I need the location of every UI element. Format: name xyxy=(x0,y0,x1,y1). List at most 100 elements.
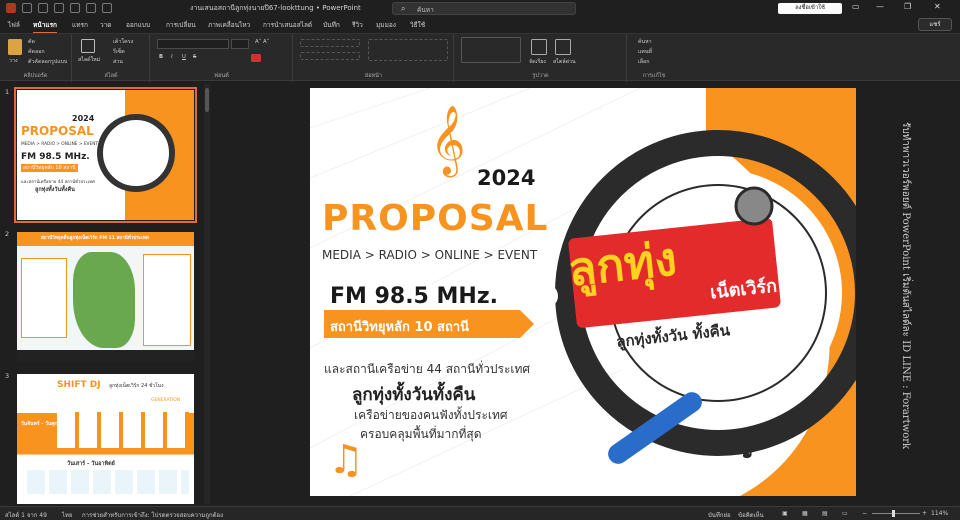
font-color-icon[interactable] xyxy=(251,54,261,62)
signin-button[interactable]: ลงชื่อเข้าใช้ xyxy=(778,3,842,14)
search-box[interactable]: ⌕ ค้นหา xyxy=(392,2,576,15)
text-direction-options[interactable] xyxy=(368,39,448,61)
section-button[interactable]: ส่วน xyxy=(113,58,123,66)
close-icon[interactable]: ✕ xyxy=(934,2,941,11)
font-size-box[interactable] xyxy=(231,39,249,49)
drawing-group: จัดเรียง สไตล์ด่วน รูปวาด xyxy=(455,34,627,82)
new-slide-button[interactable]: สไลด์ใหม่ xyxy=(78,56,100,64)
slide-year[interactable]: 2024 xyxy=(477,166,535,190)
new-slide-icon[interactable] xyxy=(81,39,95,53)
zoom-in-icon[interactable]: + xyxy=(922,510,927,517)
layout-button[interactable]: เค้าโครง xyxy=(113,38,133,46)
thumbnail-scrollbar[interactable] xyxy=(204,84,210,504)
slide-fm[interactable]: FM 98.5 MHz. xyxy=(330,284,498,309)
language-indicator[interactable]: ไทย xyxy=(62,510,73,520)
shapes-gallery[interactable] xyxy=(461,37,521,63)
editing-group: ค้นหา แทนที่ เลือก การแก้ไข xyxy=(628,34,680,82)
share-label: แชร์ xyxy=(929,21,941,28)
tab-slideshow[interactable]: การนำเสนอสไลด์ xyxy=(263,20,312,30)
select-button[interactable]: เลือก xyxy=(638,58,649,66)
sorter-view-icon[interactable]: ▦ xyxy=(802,510,808,517)
slide-station[interactable]: สถานีวิทยุหลัก 10 สถานี xyxy=(330,316,469,337)
slide-subtitle[interactable]: MEDIA > RADIO > ONLINE > EVENT xyxy=(322,248,537,262)
grow-font-icon[interactable]: A˄ A˅ xyxy=(255,39,269,45)
redo-icon[interactable] xyxy=(70,3,80,13)
slide-title[interactable]: PROPOSAL xyxy=(322,198,548,239)
slide-thumbnail-2[interactable]: สถานีวิทยุคลื่นลูกทุ่งเน็ตเวิร์ก FM 11 ส… xyxy=(17,232,194,362)
ribbon-display-icon[interactable]: ▭ xyxy=(852,2,860,11)
italic-button[interactable]: I xyxy=(171,54,173,60)
slides-group: สไลด์ใหม่ เค้าโครง รีเซ็ต ส่วน สไลด์ xyxy=(73,34,150,82)
reset-button[interactable]: รีเซ็ต xyxy=(113,48,125,56)
underline-button[interactable]: U xyxy=(182,54,186,60)
comments-button[interactable]: ข้อคิดเห็น xyxy=(738,510,764,520)
tab-home[interactable]: หน้าแรก xyxy=(33,20,57,33)
tab-animations[interactable]: ภาพเคลื่อนไหว xyxy=(208,20,250,30)
save-icon[interactable] xyxy=(38,3,48,13)
align-icons[interactable] xyxy=(300,52,360,60)
share-button[interactable]: แชร์ xyxy=(918,18,952,31)
paragraph-group: ย่อหน้า xyxy=(294,34,454,82)
slide-thumbnail-1[interactable]: 2024 PROPOSAL MEDIA > RADIO > ONLINE > E… xyxy=(14,87,197,223)
thumb2-list-left xyxy=(21,258,67,338)
arrange-button[interactable]: จัดเรียง xyxy=(529,58,546,66)
slide-line1[interactable]: และสถานีเครือข่าย 44 สถานีทั่วประเทศ xyxy=(324,360,530,379)
presentation-icon[interactable] xyxy=(86,3,96,13)
microphone-icon xyxy=(734,186,774,226)
tab-draw[interactable]: วาด xyxy=(100,20,112,30)
scrollbar-thumb[interactable] xyxy=(205,88,209,112)
music-note-left-icon: ♫ xyxy=(328,437,364,483)
paste-label[interactable]: วาง xyxy=(9,57,18,65)
undo-icon[interactable] xyxy=(54,3,64,13)
arrange-icon[interactable] xyxy=(531,39,547,55)
autosave-toggle[interactable] xyxy=(22,3,32,13)
restore-icon[interactable]: ❐ xyxy=(904,2,911,11)
tab-view[interactable]: มุมมอง xyxy=(376,20,396,30)
zoom-out-icon[interactable]: − xyxy=(862,510,867,517)
tab-review[interactable]: รีวิว xyxy=(352,20,363,30)
tab-transitions[interactable]: การเปลี่ยน xyxy=(166,20,196,30)
quick-styles-icon[interactable] xyxy=(555,39,571,55)
zoom-slider[interactable] xyxy=(872,513,920,514)
bold-button[interactable]: B xyxy=(159,54,163,60)
replace-button[interactable]: แทนที่ xyxy=(638,48,652,56)
notes-button[interactable]: บันทึกย่อ xyxy=(708,510,731,520)
zoom-level[interactable]: 114% xyxy=(931,510,948,517)
tab-file[interactable]: ไฟล์ xyxy=(8,20,20,30)
thumb2-footer xyxy=(17,350,194,362)
quick-styles-button[interactable]: สไตล์ด่วน xyxy=(553,58,576,66)
thumb3-day2: วันเสาร์ - วันอาทิตย์ xyxy=(67,461,115,467)
ribbon: วาง ตัด คัดลอก ตัวคัดลอกรูปแบบ คลิปบอร์ด… xyxy=(0,33,960,82)
minimize-icon[interactable]: — xyxy=(876,2,884,11)
strike-button[interactable]: S xyxy=(193,54,196,60)
copy-button[interactable]: คัดลอก xyxy=(28,48,45,56)
normal-view-icon[interactable]: ▣ xyxy=(782,510,788,517)
slide-line2[interactable]: ลูกทุ่งทั้งวันทั้งคืน xyxy=(352,381,475,408)
find-button[interactable]: ค้นหา xyxy=(638,38,652,46)
tab-help[interactable]: วิธีใช้ xyxy=(410,20,425,30)
main-slide[interactable]: 𝄞 ♫ ♪ 2024 PROPOSAL MEDIA > RADIO > ONLI… xyxy=(310,88,856,496)
paste-icon[interactable] xyxy=(8,39,22,55)
thumb3-sub: ลูกทุ่งเน็ตเวิร์ก 24 ชั่วโมง xyxy=(109,383,164,389)
slide-thumbnail-3[interactable]: SHIFT DJ ลูกทุ่งเน็ตเวิร์ก 24 ชั่วโมง GE… xyxy=(17,374,194,504)
treble-clef-icon: 𝄞 xyxy=(430,105,465,177)
tab-record[interactable]: บันทึก xyxy=(323,20,340,30)
clipboard-group: วาง ตัด คัดลอก ตัวคัดลอกรูปแบบ คลิปบอร์ด xyxy=(0,34,72,82)
thumb-subtitle: MEDIA > RADIO > ONLINE > EVENT xyxy=(21,142,99,147)
customize-icon[interactable] xyxy=(102,3,112,13)
search-icon: ⌕ xyxy=(401,4,406,13)
slide-line4[interactable]: ครอบคลุมพื้นที่มากที่สุด xyxy=(360,425,482,444)
reading-view-icon[interactable]: ▤ xyxy=(822,510,828,517)
slideshow-view-icon[interactable]: ▭ xyxy=(842,510,848,517)
list-icons[interactable] xyxy=(300,39,360,47)
cut-button[interactable]: ตัด xyxy=(28,38,35,46)
tab-insert[interactable]: แทรก xyxy=(72,20,88,30)
accessibility-status[interactable]: การช่วยสำหรับการเข้าถึง: โปรดตรวจสอบความ… xyxy=(82,510,223,520)
zoom-slider-thumb[interactable] xyxy=(892,510,895,517)
slide-line3[interactable]: เครือข่ายของคนฟังทั้งประเทศ xyxy=(354,406,508,425)
document-title: งานเสนอสถานีลูกทุ่งนายปี67-lookttung • P… xyxy=(190,4,361,12)
format-painter-button[interactable]: ตัวคัดลอกรูปแบบ xyxy=(28,58,67,66)
font-name-box[interactable] xyxy=(157,39,229,49)
tab-design[interactable]: ออกแบบ xyxy=(126,20,150,30)
thumbnail-number: 3 xyxy=(5,372,10,380)
